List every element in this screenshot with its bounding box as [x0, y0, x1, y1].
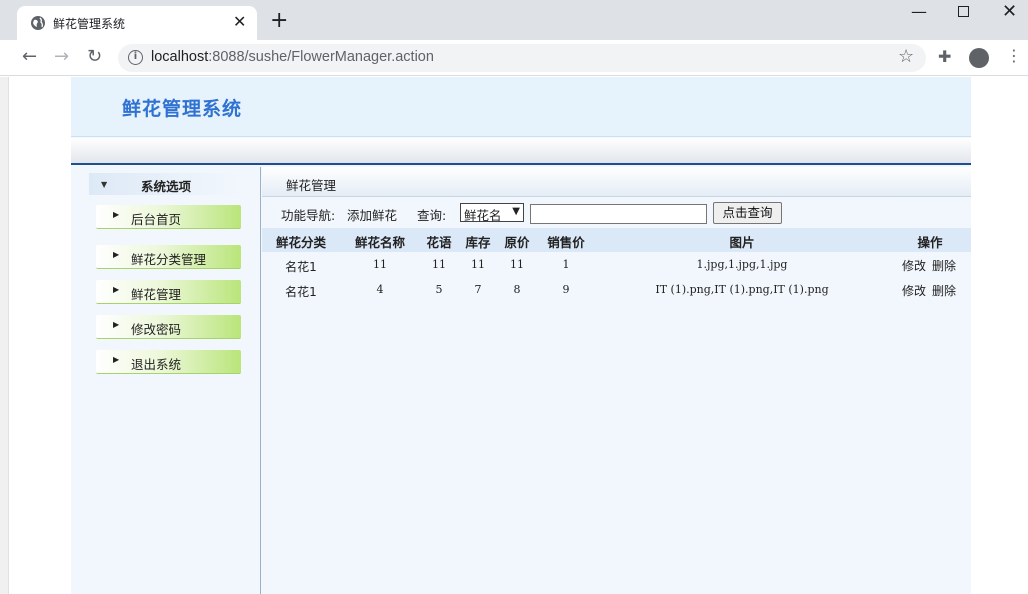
table-header: 鲜花分类 鲜花名称 花语 库存 原价 销售价 图片 操作	[262, 228, 971, 252]
table-row: 名花1 11 11 11 11 1 1.jpg,1.jpg,1.jpg 修改 删…	[262, 252, 971, 277]
sidebar-item-logout[interactable]: ▶ 退出系统	[96, 350, 241, 374]
browser-toolbar: ← → ↻ i localhost:8088/sushe/FlowerManag…	[0, 40, 1028, 76]
sidebar-header[interactable]: ▼ 系统选项	[89, 173, 241, 195]
query-label: 查询:	[417, 208, 447, 223]
page-title: 鲜花管理	[286, 178, 337, 193]
app-container: 鲜花管理系统 ▼ 系统选项 ▶ 后台首页 ▶ 鲜花分类管理 ▶ 鲜花管理 ▶ 修…	[71, 77, 971, 594]
cell-category: 名花1	[285, 260, 317, 274]
cell-price: 8	[513, 283, 521, 296]
select-value: 鲜花名	[464, 208, 502, 223]
cell-name: 4	[376, 283, 384, 296]
chevron-down-icon: ▼	[512, 206, 520, 217]
table-row: 名花1 4 5 7 8 9 IT (1).png,IT (1).png,IT (…	[262, 277, 971, 302]
url-host: localhost	[151, 49, 209, 65]
new-tab-icon[interactable]: +	[270, 10, 288, 32]
add-flower-link[interactable]: 添加鲜花	[347, 205, 397, 224]
sidebar-header-label: 系统选项	[141, 179, 192, 194]
browser-tab[interactable]: 鲜花管理系统 ✕	[17, 6, 257, 40]
delete-link[interactable]: 删除	[932, 282, 956, 299]
browser-tabstrip: 鲜花管理系统 ✕ + — ✕	[0, 0, 1028, 40]
window-maximize-icon[interactable]	[958, 6, 969, 17]
window-minimize-icon[interactable]: —	[911, 2, 927, 21]
sidebar-item-home[interactable]: ▶ 后台首页	[96, 205, 241, 229]
cell-language: 5	[435, 283, 443, 296]
address-bar[interactable]: i localhost:8088/sushe/FlowerManager.act…	[118, 44, 926, 72]
flower-table: 鲜花分类 鲜花名称 花语 库存 原价 销售价 图片 操作 名花1 11 11 1…	[262, 228, 971, 302]
cell-images: 1.jpg,1.jpg,1.jpg	[696, 258, 788, 271]
tab-close-icon[interactable]: ✕	[233, 13, 246, 31]
tab-title: 鲜花管理系统	[53, 17, 126, 31]
site-info-icon[interactable]: i	[128, 50, 143, 65]
search-input[interactable]	[530, 204, 707, 224]
main-header: 鲜花管理	[262, 167, 971, 197]
col-actions: 操作	[917, 235, 943, 250]
bullet-arrow-icon: ▶	[113, 285, 120, 294]
cell-sale: 9	[562, 283, 570, 296]
cell-category: 名花1	[285, 285, 317, 299]
window-close-icon[interactable]: ✕	[1002, 1, 1017, 22]
col-images: 图片	[729, 235, 755, 250]
sidebar-item-category-manage[interactable]: ▶ 鲜花分类管理	[96, 245, 241, 269]
bullet-arrow-icon: ▶	[113, 250, 120, 259]
browser-menu-icon[interactable]: ⋮	[1006, 48, 1022, 64]
main-panel: 鲜花管理 功能导航: 添加鲜花 查询: 鲜花名 ▼ 点击查询 鲜花分类 鲜花名称…	[262, 167, 971, 594]
cell-language: 11	[432, 258, 446, 271]
header-band	[71, 138, 971, 165]
cell-price: 11	[510, 258, 524, 271]
sidebar-item-label: 退出系统	[131, 357, 182, 372]
sidebar-item-flower-manage[interactable]: ▶ 鲜花管理	[96, 280, 241, 304]
bookmark-star-icon[interactable]: ☆	[898, 46, 914, 67]
nav-label: 功能导航:	[281, 208, 336, 223]
search-button[interactable]: 点击查询	[713, 202, 782, 224]
delete-link[interactable]: 删除	[932, 257, 956, 274]
url-path: :8088/sushe/FlowerManager.action	[208, 49, 434, 65]
forward-icon[interactable]: →	[54, 46, 69, 68]
sidebar-item-label: 鲜花分类管理	[131, 252, 207, 267]
bullet-arrow-icon: ▶	[113, 320, 120, 329]
left-gutter	[0, 77, 9, 594]
cell-images: IT (1).png,IT (1).png,IT (1).png	[655, 283, 829, 296]
sidebar: ▼ 系统选项 ▶ 后台首页 ▶ 鲜花分类管理 ▶ 鲜花管理 ▶ 修改密码 ▶ 退…	[71, 167, 261, 594]
sidebar-item-change-password[interactable]: ▶ 修改密码	[96, 315, 241, 339]
profile-avatar-icon[interactable]	[969, 48, 989, 68]
col-category: 鲜花分类	[275, 235, 327, 250]
extensions-puzzle-icon[interactable]: ✚	[938, 47, 951, 66]
page-viewport: 鲜花管理系统 ▼ 系统选项 ▶ 后台首页 ▶ 鲜花分类管理 ▶ 鲜花管理 ▶ 修…	[0, 77, 1028, 594]
bullet-arrow-icon: ▶	[113, 355, 120, 364]
url-text[interactable]: localhost:8088/sushe/FlowerManager.actio…	[151, 49, 434, 65]
edit-link[interactable]: 修改	[902, 257, 926, 274]
col-stock: 库存	[465, 235, 491, 250]
col-sale: 销售价	[547, 235, 585, 250]
cell-stock: 7	[474, 283, 482, 296]
query-field-select[interactable]: 鲜花名 ▼	[460, 203, 524, 223]
app-header: 鲜花管理系统	[71, 77, 971, 137]
sidebar-item-label: 后台首页	[131, 212, 182, 227]
reload-icon[interactable]: ↻	[87, 46, 102, 68]
cell-stock: 11	[471, 258, 485, 271]
bullet-arrow-icon: ▶	[113, 210, 120, 219]
col-language: 花语	[426, 235, 452, 250]
filter-row: 功能导航: 添加鲜花 查询: 鲜花名 ▼ 点击查询	[262, 198, 971, 227]
back-icon[interactable]: ←	[22, 46, 37, 68]
app-title: 鲜花管理系统	[122, 98, 243, 120]
sidebar-item-label: 修改密码	[131, 322, 182, 337]
globe-icon	[31, 16, 45, 30]
sidebar-item-label: 鲜花管理	[131, 287, 182, 302]
edit-link[interactable]: 修改	[902, 282, 926, 299]
cell-name: 11	[373, 258, 387, 271]
collapse-arrow-icon: ▼	[101, 180, 108, 189]
col-name: 鲜花名称	[354, 235, 406, 250]
col-price: 原价	[504, 235, 530, 250]
cell-sale: 1	[562, 258, 570, 271]
